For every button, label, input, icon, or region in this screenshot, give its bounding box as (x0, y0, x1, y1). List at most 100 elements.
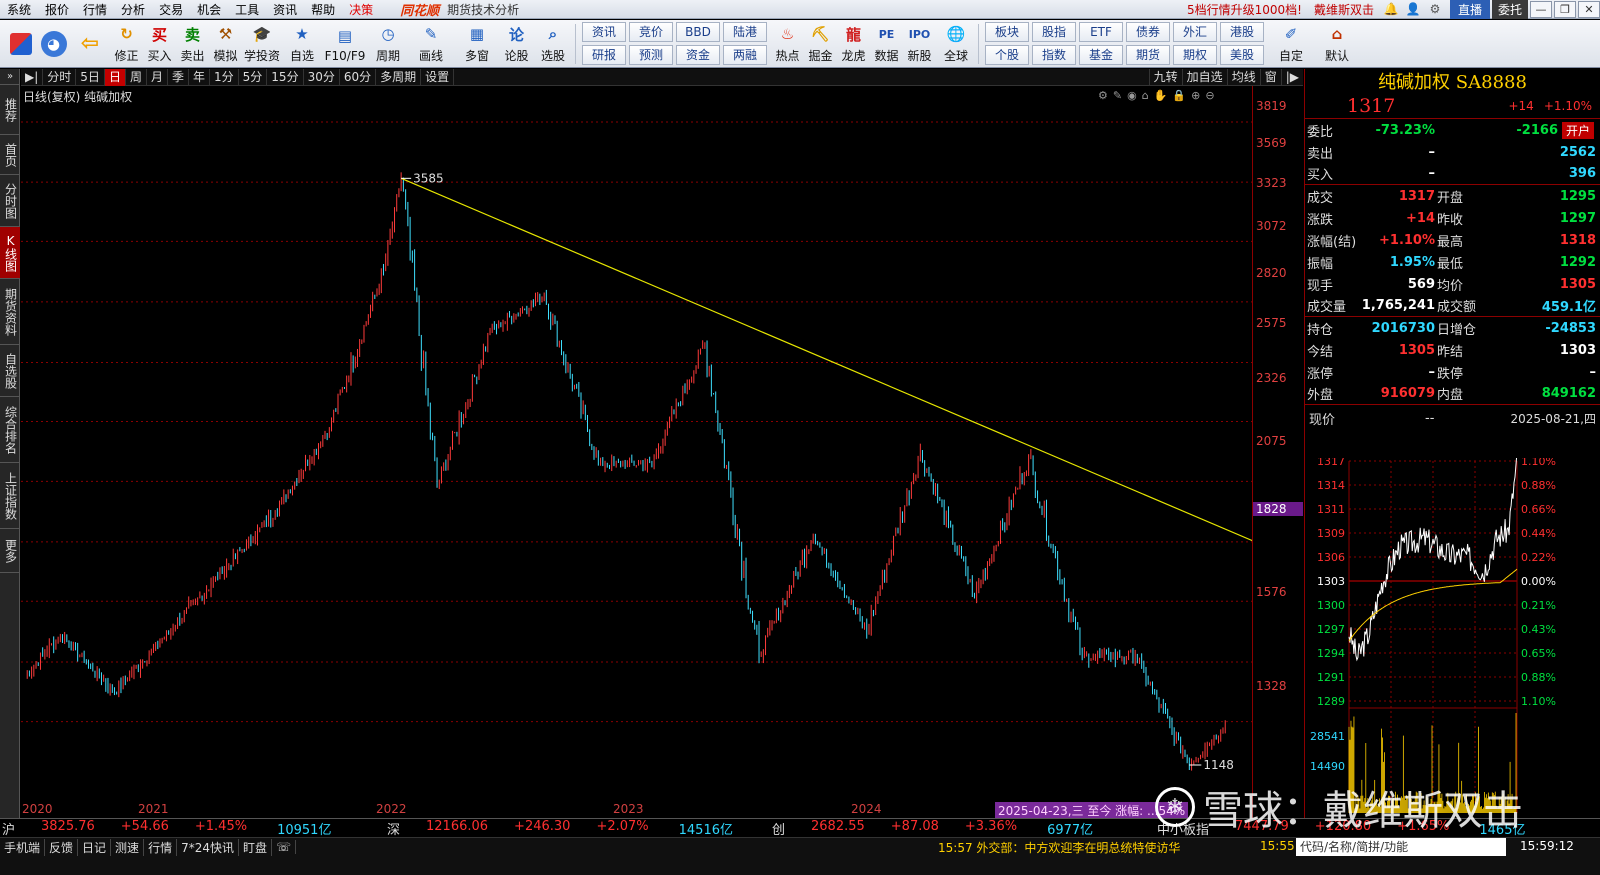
global-button[interactable]: 🌐 全球 (936, 21, 976, 67)
menu-market[interactable]: 行情 (76, 1, 114, 18)
dragon-button[interactable]: 龍龙虎 (837, 21, 870, 67)
sidebar-item-more[interactable]: 更多 (0, 529, 20, 573)
grid-index[interactable]: 指数 (1032, 44, 1076, 65)
menu-system[interactable]: 系统 (0, 1, 38, 18)
tab-watch[interactable]: 盯盘 (239, 838, 272, 856)
grid-forex[interactable]: 外汇 (1173, 21, 1217, 42)
restore-button[interactable]: ❐ (1554, 0, 1576, 18)
menu-analysis[interactable]: 分析 (114, 1, 152, 18)
custom-button[interactable]: ✐ 自定 (1268, 21, 1314, 67)
sidebar-item-futures-info[interactable]: 期货资料 (0, 279, 20, 345)
robot-button[interactable]: ◕ (37, 21, 70, 67)
index-group[interactable]: 深 12166.06 +246.30 +2.07% 14516亿 (385, 819, 770, 838)
index-group[interactable]: 创 2682.55 +87.08 +3.36% 6977亿 (770, 819, 1155, 838)
index-group[interactable]: 沪 3825.76 +54.66 +1.45% 10951亿 (0, 819, 385, 838)
menu-news[interactable]: 资讯 (266, 1, 304, 18)
app-button[interactable] (4, 21, 37, 67)
tab-market[interactable]: 行情 (144, 838, 178, 856)
window-button[interactable]: 窗 (1259, 68, 1281, 86)
promo-link[interactable]: 5档行情升级1000档! (1181, 1, 1308, 18)
stock-picker-button[interactable]: ⌕ 选股 (533, 21, 573, 67)
period-week[interactable]: 周 (126, 68, 147, 86)
tab-diary[interactable]: 日记 (78, 838, 112, 856)
grid-news[interactable]: 资讯 (582, 21, 626, 42)
gold-button[interactable]: ⛏ 掘金 (804, 21, 837, 67)
bell-icon[interactable]: 🔔 (1383, 1, 1399, 17)
menu-tools[interactable]: 工具 (228, 1, 266, 18)
period-60min[interactable]: 60分 (340, 68, 377, 86)
expand-arrow-icon[interactable]: » (0, 69, 20, 85)
grid-margin[interactable]: 两融 (723, 44, 767, 65)
nine-turn-button[interactable]: 九转 (1148, 68, 1182, 86)
hot-button[interactable]: ♨ 热点 (771, 21, 804, 67)
discuss-button[interactable]: 论论股 (500, 21, 533, 67)
period-timeline[interactable]: 分时 (43, 68, 77, 86)
menu-help[interactable]: 帮助 (304, 1, 342, 18)
grid-options[interactable]: 期权 (1173, 44, 1217, 65)
grid-etf[interactable]: ETF (1079, 21, 1123, 42)
tab-flash-news[interactable]: 7*24快讯 (177, 838, 239, 856)
revise-button[interactable]: ↻ 修正 (110, 21, 143, 67)
grid-auction[interactable]: 竞价 (629, 21, 673, 42)
sidebar-item-watchlist[interactable]: 自选股 (0, 345, 20, 397)
period-year[interactable]: 年 (189, 68, 211, 86)
add-watchlist-button[interactable]: 加自选 (1181, 68, 1227, 86)
tab-feedback[interactable]: 反馈 (45, 838, 79, 856)
sidebar-item-recommend[interactable]: 推荐 (0, 85, 20, 135)
sidebar-item-sh-index[interactable]: 上证指数 (0, 463, 20, 529)
grid-fund[interactable]: 基金 (1079, 44, 1123, 65)
learn-button[interactable]: 🎓 学投资 (242, 21, 282, 67)
grid-sector[interactable]: 板块 (985, 21, 1029, 42)
data-button[interactable]: PE 数据 (870, 21, 903, 67)
grid-forecast[interactable]: 预测 (629, 44, 673, 65)
tab-mobile[interactable]: 手机端 (0, 838, 46, 856)
buy-button[interactable]: 买买入 (143, 21, 176, 67)
f10-button[interactable]: ▤ F10/F9 (322, 21, 368, 67)
news-ticker[interactable]: 15:57 外交部：中方欢迎李在明总统特使访华 (938, 839, 1180, 856)
period-button[interactable]: ◷ 周期 (368, 21, 408, 67)
grid-hk-stock[interactable]: 港股 (1220, 21, 1264, 42)
user-name[interactable]: 戴维斯双击 (1308, 1, 1380, 18)
ma-button[interactable]: 均线 (1226, 68, 1260, 86)
grid-capital[interactable]: 资金 (676, 44, 720, 65)
multiwindow-button[interactable]: ▦ 多窗 (454, 21, 500, 67)
grid-bbd[interactable]: BBD (676, 21, 720, 42)
intraday-chart[interactable]: 1317 1.10% 1314 0.88% 1311 0.66% 1309 0.44% 1306… (1305, 458, 1600, 818)
user-icon[interactable]: 👤 (1405, 1, 1421, 17)
trust-button[interactable]: 委托 (1491, 0, 1528, 19)
period-day[interactable]: 日 (104, 68, 126, 86)
period-multi[interactable]: 多周期 (376, 68, 422, 86)
grid-hk-connect[interactable]: 陆港 (723, 21, 767, 42)
menu-decision[interactable]: 决策 (342, 1, 380, 18)
sidebar-item-timeline[interactable]: 分时图 (0, 175, 20, 227)
search-input[interactable]: 代码/名称/简拼/功能 (1296, 838, 1506, 856)
ipo-button[interactable]: IPO 新股 (903, 21, 936, 67)
period-5day[interactable]: 5日 (76, 68, 105, 86)
menu-quote[interactable]: 报价 (38, 1, 76, 18)
period-quarter[interactable]: 季 (168, 68, 189, 86)
live-button[interactable]: 直播 (1449, 0, 1490, 19)
period-30min[interactable]: 30分 (304, 68, 340, 86)
menu-trade[interactable]: 交易 (152, 1, 190, 18)
tab-speedtest[interactable]: 测速 (111, 838, 145, 856)
open-account-button[interactable]: 开户 (1561, 121, 1594, 139)
period-month[interactable]: 月 (147, 68, 168, 86)
grid-futures[interactable]: 期货 (1126, 44, 1170, 65)
sidebar-item-home[interactable]: 首页 (0, 135, 20, 175)
kline-chart[interactable]: 3585 1148 (21, 100, 1252, 800)
sell-button[interactable]: 卖卖出 (176, 21, 209, 67)
gear-icon[interactable]: ⚙ (1427, 1, 1443, 17)
sidebar-item-ranking[interactable]: 综合排名 (0, 397, 20, 463)
back-button[interactable]: ⇦ (70, 21, 110, 67)
draw-button[interactable]: ✎ 画线 (408, 21, 454, 67)
grid-research[interactable]: 研报 (582, 44, 626, 65)
period-5min[interactable]: 5分 (239, 68, 268, 86)
menu-opportunity[interactable]: 机会 (190, 1, 228, 18)
grid-index-futures[interactable]: 股指 (1032, 21, 1076, 42)
grid-us-stock[interactable]: 美股 (1220, 44, 1264, 65)
minimize-button[interactable]: — (1530, 0, 1552, 18)
period-1min[interactable]: 1分 (210, 68, 239, 86)
sidebar-item-kline[interactable]: K线图 (0, 227, 20, 279)
collapse-icon[interactable]: |▶ (1280, 68, 1303, 86)
grid-bond[interactable]: 债券 (1126, 21, 1170, 42)
